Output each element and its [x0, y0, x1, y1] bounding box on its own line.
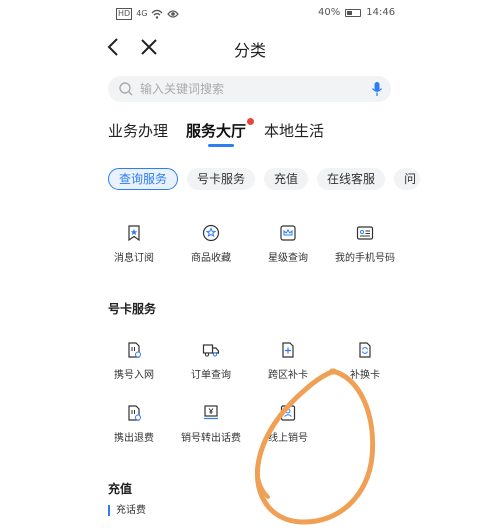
- service-label: 补换卡: [350, 370, 380, 381]
- service-label: 商品收藏: [191, 253, 231, 264]
- section-title-number-card: 号卡服务: [108, 302, 157, 316]
- category-chips: 查询服务 号卡服务 充值 在线客服 问: [108, 168, 421, 190]
- chip-more[interactable]: 问: [394, 168, 421, 190]
- chip-recharge[interactable]: 充值: [264, 168, 309, 190]
- annotation-circle: [254, 368, 376, 525]
- tab-label: 业务办理: [108, 122, 169, 140]
- page-title: 分类: [233, 41, 266, 60]
- service-port-out-refund[interactable]: 携出退费: [92, 404, 176, 444]
- eye-icon: [167, 10, 180, 18]
- status-bar: HD 4G 40% 14:46: [0, 0, 500, 26]
- service-my-phone-number[interactable]: 我的手机号码: [323, 224, 407, 264]
- tab-label: 本地生活: [264, 122, 325, 140]
- active-tab-indicator: [208, 144, 235, 147]
- microphone-icon[interactable]: [370, 81, 384, 97]
- service-label: 我的手机号码: [335, 253, 395, 264]
- truck-icon: [202, 344, 220, 357]
- user-card-icon: [280, 405, 296, 421]
- battery-icon: [345, 8, 362, 17]
- sim-transfer-icon: [128, 342, 141, 358]
- chip-online-service[interactable]: 在线客服: [317, 168, 386, 190]
- chip-number-card[interactable]: 号卡服务: [187, 168, 256, 190]
- chip-query-service[interactable]: 查询服务: [108, 168, 179, 190]
- service-product-favorites[interactable]: 商品收藏: [169, 224, 253, 264]
- yuan-transfer-icon: [204, 405, 218, 420]
- service-order-query[interactable]: 订单查询: [169, 341, 253, 381]
- clock: 14:46: [366, 7, 396, 18]
- star-circle-icon: [202, 224, 220, 242]
- search-bar[interactable]: [108, 76, 391, 102]
- service-message-subscription[interactable]: 消息订阅: [92, 224, 176, 264]
- signal-icon: 4G: [136, 9, 148, 18]
- bookmark-star-icon: [128, 225, 140, 242]
- service-label: 携号入网: [114, 370, 154, 381]
- notification-dot: [247, 118, 255, 125]
- battery-percent: 40%: [318, 7, 341, 18]
- hd-icon: HD: [116, 8, 133, 20]
- main-tabs: 业务办理 服务大厅 本地生活: [108, 118, 342, 150]
- service-label: 携出退费: [114, 433, 154, 444]
- title-bar: 分类: [0, 28, 500, 66]
- service-label: 销号转出话费: [181, 433, 241, 444]
- service-online-cancellation[interactable]: 线上销号: [246, 404, 330, 444]
- tab-service-hall[interactable]: 服务大厅: [186, 118, 255, 150]
- service-label: 订单查询: [191, 370, 231, 381]
- tab-business[interactable]: 业务办理: [108, 120, 168, 150]
- search-input[interactable]: [140, 79, 350, 99]
- tab-local-life[interactable]: 本地生活: [264, 120, 324, 150]
- service-cancel-transfer-balance[interactable]: 销号转出话费: [169, 404, 253, 444]
- service-label: 跨区补卡: [268, 370, 308, 381]
- status-left-icons: HD 4G: [116, 8, 180, 20]
- service-star-level-query[interactable]: 星级查询: [246, 224, 330, 264]
- service-port-in[interactable]: 携号入网: [92, 341, 176, 381]
- service-card-swap[interactable]: 补换卡: [323, 341, 407, 381]
- service-cross-region-replacement[interactable]: 跨区补卡: [246, 341, 330, 381]
- sim-refund-icon: [128, 405, 141, 421]
- service-label: 消息订阅: [114, 253, 154, 264]
- section-title-recharge: 充值: [108, 482, 133, 496]
- wifi-icon: [152, 9, 163, 19]
- service-label: 线上销号: [268, 433, 308, 444]
- status-right: 40% 14:46: [318, 7, 395, 18]
- recharge-phone-bill[interactable]: 充话费: [108, 505, 146, 516]
- service-label: 星级查询: [268, 253, 308, 264]
- id-card-icon: [356, 226, 374, 240]
- search-icon: [119, 82, 133, 96]
- tab-label: 服务大厅: [186, 122, 247, 140]
- sim-swap-icon: [359, 342, 371, 358]
- sim-plus-icon: [282, 342, 294, 358]
- crown-icon: [280, 225, 296, 241]
